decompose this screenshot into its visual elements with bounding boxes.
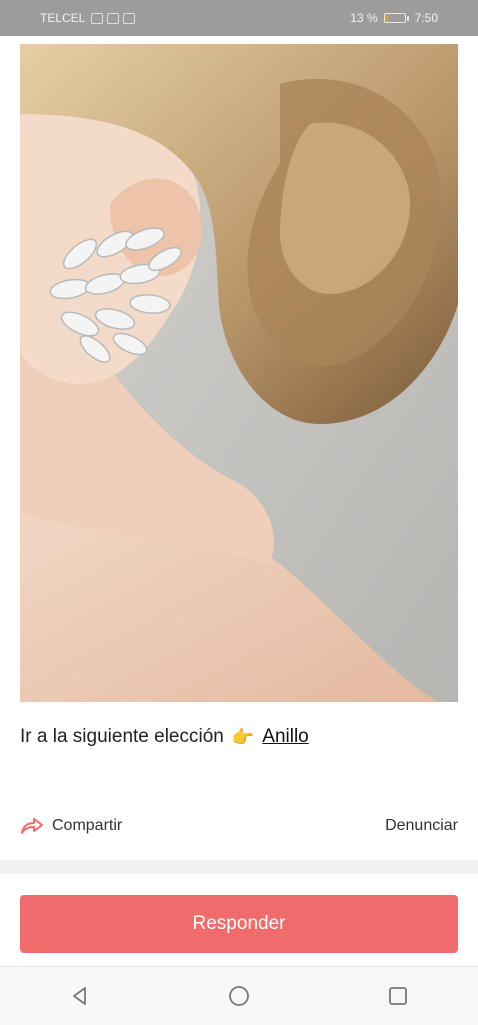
post-actions: Compartir Denunciar <box>20 814 458 838</box>
clock: 7:50 <box>414 11 438 25</box>
status-bar-right: 13 % 7:50 <box>350 11 438 25</box>
nav-home-icon[interactable] <box>227 984 251 1008</box>
post-text: Ir a la siguiente elección 👉 Anillo <box>20 726 309 748</box>
carrier-name: TELCEL <box>40 11 86 25</box>
status-bar-left: TELCEL <box>40 11 136 25</box>
divider <box>0 860 478 874</box>
nav-recents-icon[interactable] <box>386 984 410 1008</box>
notification-icon <box>123 12 136 24</box>
signal-icon <box>91 12 104 24</box>
battery-icon <box>383 13 409 23</box>
post-image[interactable] <box>20 44 458 702</box>
nav-back-icon[interactable] <box>68 984 92 1008</box>
wifi-icon <box>107 12 120 24</box>
woman-with-earring-illustration <box>20 44 458 702</box>
anillo-link[interactable]: Anillo <box>262 726 308 748</box>
report-button[interactable]: Denunciar <box>385 817 458 835</box>
battery-percent: 13 % <box>350 11 378 25</box>
share-label: Compartir <box>52 817 123 834</box>
status-bar: TELCEL 13 % 7:50 <box>0 0 478 36</box>
system-nav-bar <box>0 966 478 1025</box>
post-text-label: Ir a la siguiente elección <box>20 726 224 747</box>
share-arrow-icon <box>21 818 43 834</box>
reply-button[interactable]: Responder <box>20 895 458 953</box>
pointing-hand-emoji: 👉 <box>231 726 255 747</box>
signal-icons <box>91 12 136 24</box>
share-button[interactable]: Compartir <box>20 817 122 835</box>
